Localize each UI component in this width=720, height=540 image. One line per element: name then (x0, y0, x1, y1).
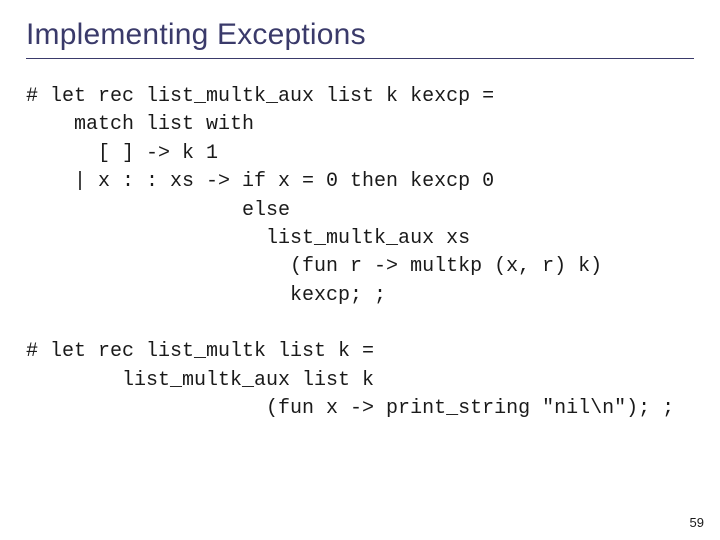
spacer (26, 310, 694, 338)
code-block-1: # let rec list_multk_aux list k kexcp = … (26, 83, 694, 310)
title-underline (26, 58, 694, 59)
page-title: Implementing Exceptions (26, 18, 694, 52)
code-block-2: # let rec list_multk list k = list_multk… (26, 338, 694, 423)
page-number: 59 (690, 515, 704, 530)
slide: Implementing Exceptions # let rec list_m… (0, 0, 720, 540)
